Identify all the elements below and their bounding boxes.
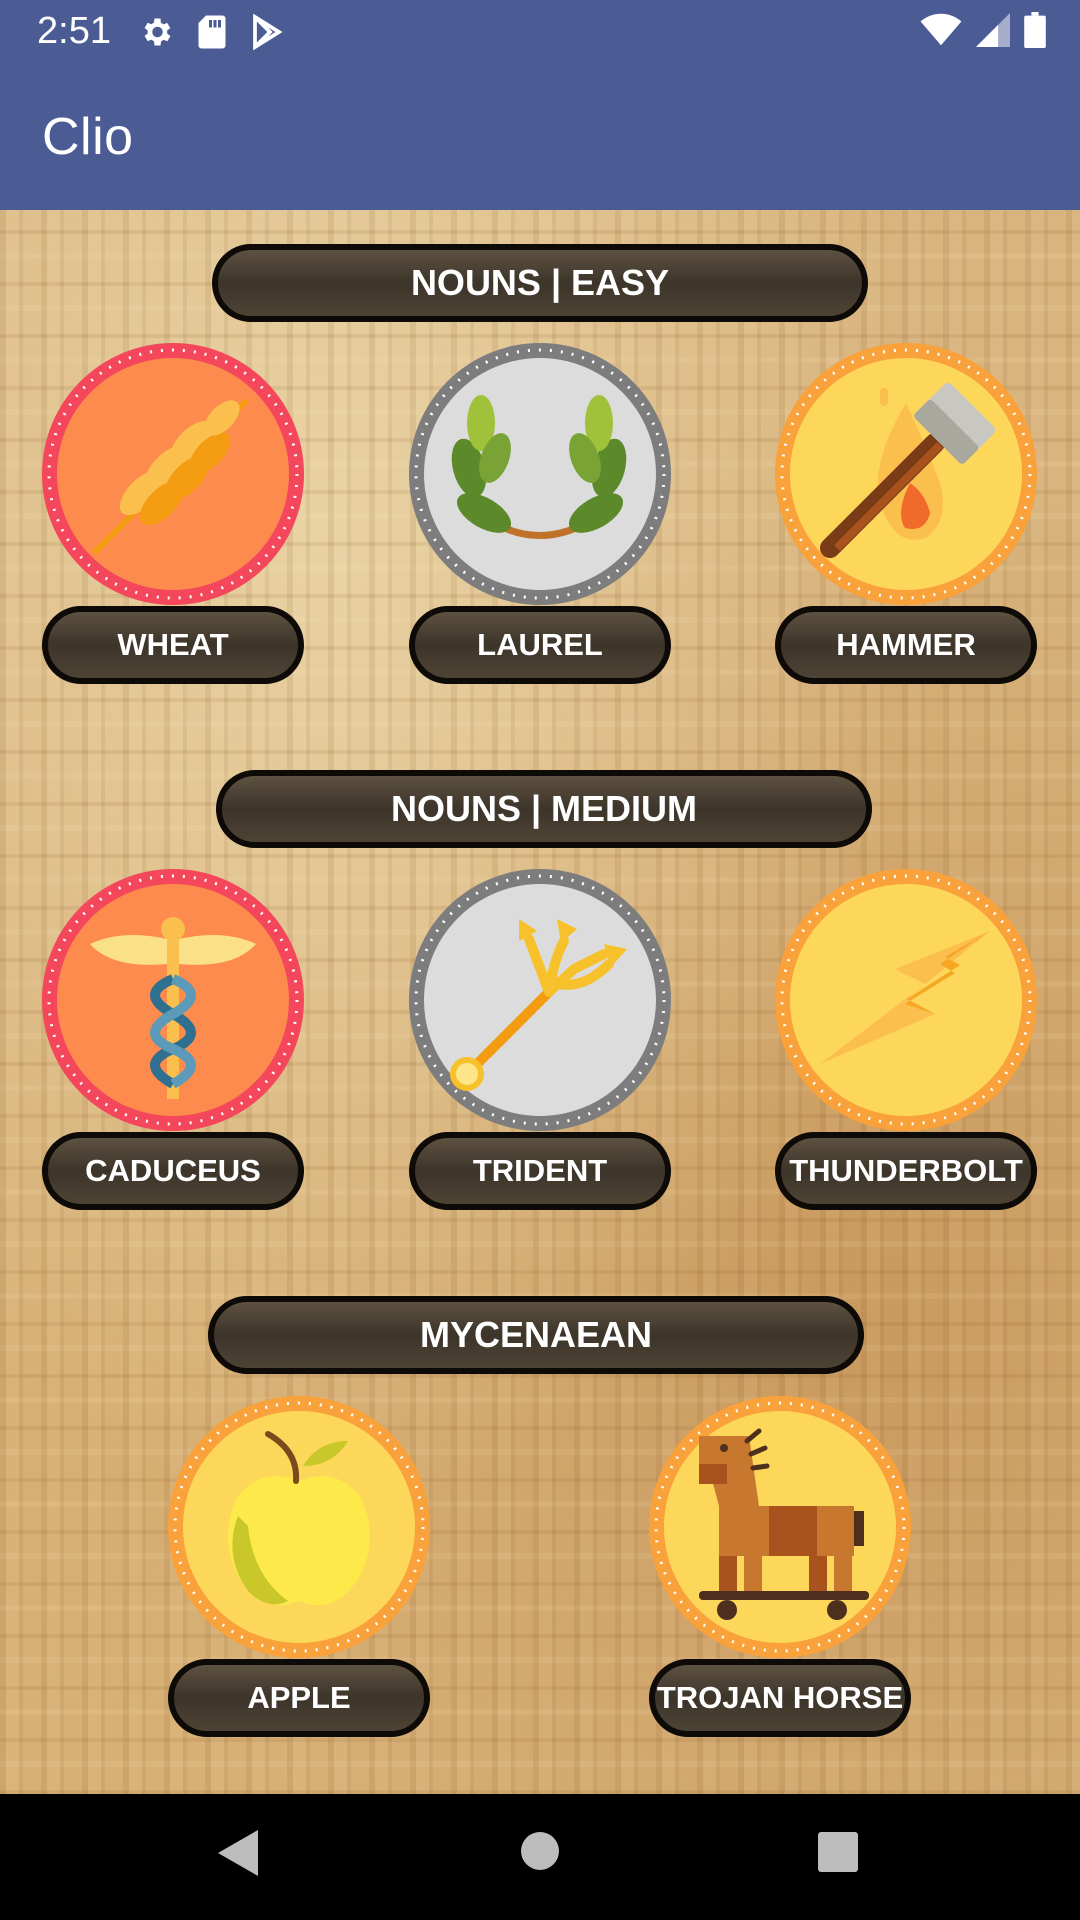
app-bar: Clio	[0, 63, 1080, 210]
status-time: 2:51	[37, 10, 111, 52]
caduceus-icon	[42, 869, 304, 1131]
status-bar: 2:51	[0, 0, 1080, 63]
badge-thunderbolt[interactable]	[775, 869, 1037, 1131]
label-laurel[interactable]: LAUREL	[409, 606, 671, 684]
label-trident[interactable]: TRIDENT	[409, 1132, 671, 1210]
label-hammer[interactable]: HAMMER	[775, 606, 1037, 684]
back-icon[interactable]	[218, 1830, 258, 1876]
section-header-nouns-easy: NOUNS | EASY	[212, 244, 868, 322]
label-thunderbolt[interactable]: THUNDERBOLT	[775, 1132, 1037, 1210]
badge-trident[interactable]	[409, 869, 671, 1131]
wheat-icon	[42, 343, 304, 605]
label-caduceus[interactable]: CADUCEUS	[42, 1132, 304, 1210]
badge-apple[interactable]	[168, 1396, 430, 1658]
label-trojan-horse[interactable]: TROJAN HORSE	[649, 1659, 911, 1737]
section-header-mycenaean: MYCENAEAN	[208, 1296, 864, 1374]
play-store-icon	[253, 14, 283, 50]
content-area: NOUNS | EASY WHEAT LAUREL HAMMER NOUNS |…	[0, 210, 1080, 1794]
badge-laurel[interactable]	[409, 343, 671, 605]
laurel-icon	[409, 343, 671, 605]
wifi-icon	[920, 13, 962, 46]
sd-card-icon	[198, 15, 226, 49]
recents-icon[interactable]	[818, 1832, 858, 1872]
app-title: Clio	[42, 108, 134, 166]
badge-trojan-horse[interactable]	[649, 1396, 911, 1658]
status-icons-left	[138, 14, 284, 50]
label-apple[interactable]: APPLE	[168, 1659, 430, 1737]
trident-icon	[409, 869, 671, 1131]
badge-hammer[interactable]	[775, 343, 1037, 605]
navigation-bar	[0, 1794, 1080, 1920]
hammer-icon	[775, 343, 1037, 605]
trojan-horse-icon	[649, 1396, 911, 1658]
gear-icon	[144, 18, 171, 46]
section-header-nouns-medium: NOUNS | MEDIUM	[216, 770, 872, 848]
thunderbolt-icon	[775, 869, 1037, 1131]
status-icons-right	[920, 12, 1046, 48]
badge-wheat[interactable]	[42, 343, 304, 605]
cell-signal-icon	[976, 13, 1010, 47]
label-wheat[interactable]: WHEAT	[42, 606, 304, 684]
battery-icon	[1024, 12, 1046, 48]
badge-caduceus[interactable]	[42, 869, 304, 1131]
home-icon[interactable]	[521, 1832, 559, 1870]
apple-icon	[168, 1396, 430, 1658]
